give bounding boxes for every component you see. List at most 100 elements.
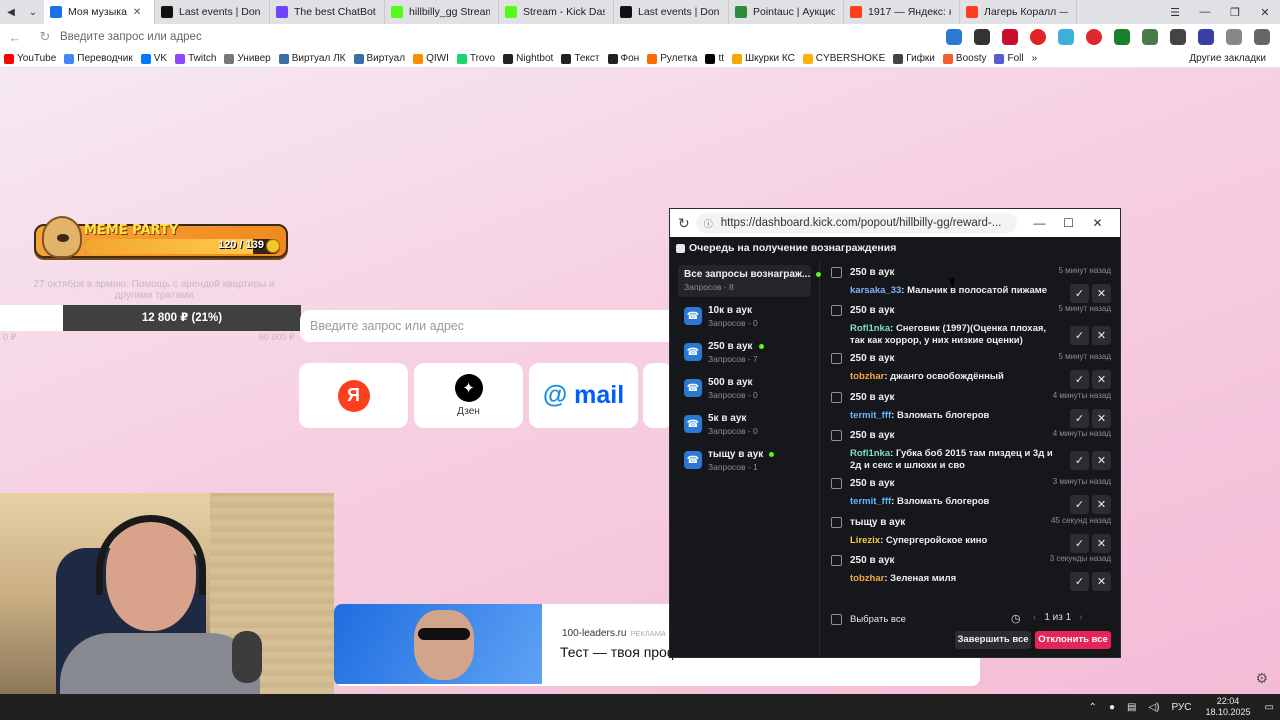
language-indicator[interactable]: РУС [1171,702,1191,713]
reload-icon[interactable]: ↻ [30,29,60,45]
request-user[interactable]: termit_fff [850,496,891,507]
request-checkbox[interactable] [831,353,842,364]
mic-icon[interactable]: ● [1109,702,1115,713]
extension-icon[interactable] [1058,29,1074,45]
browser-tab[interactable]: Моя музыка ✕ [44,0,155,24]
volume-icon[interactable]: ◁) [1148,702,1159,713]
reload-icon[interactable]: ↻ [678,215,690,232]
maximize-icon[interactable]: ❐ [1220,6,1250,19]
bookmark-item[interactable]: Текст [557,53,603,64]
request-user[interactable]: tobzhar [850,371,884,382]
tab-search-icon[interactable]: ☰ [1160,6,1190,19]
site-info-icon[interactable]: ⓘ [704,217,713,230]
close-icon[interactable]: ✕ [1083,216,1112,230]
reward-filter-item[interactable]: ☎ тыщу в аук Запросов - 1 [678,445,811,477]
browser-tab[interactable]: 1917 — Яндекс: нашл [844,0,960,24]
reject-x-icon[interactable]: ✕ [1092,534,1111,553]
bookmark-item[interactable]: Гифки [889,53,939,64]
dzen-tile[interactable]: ✦ Дзен [414,363,523,428]
customize-icon[interactable]: ⚙ [1255,670,1268,687]
request-checkbox[interactable] [831,305,842,316]
reject-x-icon[interactable]: ✕ [1092,326,1111,345]
request-checkbox[interactable] [831,517,842,528]
request-user[interactable]: tobzhar [850,573,884,584]
extension-icon[interactable] [974,29,990,45]
history-icon[interactable]: ◷ [1011,612,1021,625]
tray-arrow-icon[interactable]: ⌃ [1089,702,1097,713]
reject-x-icon[interactable]: ✕ [1092,284,1111,303]
bookmark-item[interactable]: tt [701,53,728,64]
extension-icon[interactable] [1114,29,1130,45]
yandex-tile[interactable]: Я [299,363,408,428]
reject-x-icon[interactable]: ✕ [1092,572,1111,591]
request-user[interactable]: Rofl1nka [850,448,890,459]
speaker-icon[interactable]: ◀ [0,0,22,24]
reject-x-icon[interactable]: ✕ [1092,370,1111,389]
reward-filter-item[interactable]: ☎ 250 в аук Запросов - 7 [678,337,811,369]
request-checkbox[interactable] [831,555,842,566]
request-checkbox[interactable] [831,478,842,489]
approve-check-icon[interactable]: ✓ [1070,451,1089,470]
bookmark-item[interactable]: Шкурки КС [728,53,799,64]
request-user[interactable]: termit_fff [850,410,891,421]
reward-filter-item[interactable]: ☎ 5к в аук Запросов - 0 [678,409,811,441]
reject-x-icon[interactable]: ✕ [1092,451,1111,470]
minimize-icon[interactable]: — [1025,216,1054,230]
approve-check-icon[interactable]: ✓ [1070,284,1089,303]
approve-check-icon[interactable]: ✓ [1070,534,1089,553]
next-page-icon[interactable]: › [1079,612,1082,623]
bookmark-item[interactable]: Виртуал [350,53,410,64]
request-user[interactable]: Lirezix [850,535,880,546]
approve-check-icon[interactable]: ✓ [1070,409,1089,428]
reject-all-button[interactable]: Отклонить все [1035,631,1111,649]
bookmark-item[interactable]: Twitch [171,53,220,64]
bookmark-item[interactable]: Boosty [939,53,991,64]
extension-icon[interactable] [1030,29,1046,45]
address-input[interactable]: Введите запрос или адрес [60,31,940,43]
reward-filter-item[interactable]: ☎ 500 в аук Запросов - 0 [678,373,811,405]
request-user[interactable]: karsaka_33 [850,285,901,296]
puzzle-icon[interactable] [1226,29,1242,45]
reward-filter-item[interactable]: ☎ 10к в аук Запросов - 0 [678,301,811,333]
approve-check-icon[interactable]: ✓ [1070,495,1089,514]
mail-tile[interactable]: @ mail [529,363,638,428]
approve-check-icon[interactable]: ✓ [1070,326,1089,345]
bookmark-item[interactable]: VK [137,53,171,64]
approve-check-icon[interactable]: ✓ [1070,572,1089,591]
more-bookmarks-chevron-icon[interactable]: » [1028,53,1042,64]
download-icon[interactable] [1254,29,1270,45]
browser-tab[interactable]: Pointauc | Аукцион д [729,0,844,24]
bookmark-item[interactable]: Trovo [453,53,499,64]
maximize-icon[interactable]: ☐ [1054,216,1083,230]
bookmark-item[interactable]: Универ [220,53,274,64]
request-user[interactable]: Rofl1nka [850,323,890,334]
bookmark-item[interactable]: Foll [990,53,1027,64]
request-checkbox[interactable] [831,392,842,403]
network-icon[interactable]: ▤ [1127,702,1136,713]
reward-filter-item[interactable]: Все запросы вознаграж... Запросов - 8 [678,265,822,297]
bookmark-item[interactable]: YouTube [0,53,60,64]
complete-all-button[interactable]: Завершить все [955,631,1031,649]
notification-icon[interactable]: ▭ [1265,702,1274,713]
bookmark-item[interactable]: Рулетка [643,53,701,64]
back-icon[interactable]: ← [0,30,30,45]
browser-tab[interactable]: Last events | DonateP [614,0,729,24]
bookmark-item[interactable]: QIWI [409,53,453,64]
shield-icon[interactable] [1142,29,1158,45]
chevron-down-icon[interactable]: ⌄ [22,0,44,24]
popup-url[interactable]: ⓘ https://dashboard.kick.com/popout/hillb… [695,213,1017,233]
minimize-icon[interactable]: — [1190,6,1220,19]
reject-x-icon[interactable]: ✕ [1092,495,1111,514]
bookmark-item[interactable]: Фон [604,53,644,64]
select-all-checkbox[interactable] [831,614,842,625]
approve-check-icon[interactable]: ✓ [1070,370,1089,389]
reject-x-icon[interactable]: ✕ [1092,409,1111,428]
browser-tab[interactable]: Лагерь Коралл — Ян [960,0,1077,24]
bookmark-item[interactable]: Переводчик [60,53,136,64]
close-tab-icon[interactable]: ✕ [133,7,141,18]
clock[interactable]: 22:04 18.10.2025 [1206,696,1251,718]
browser-tab[interactable]: Last events | DonateP [155,0,270,24]
request-checkbox[interactable] [831,430,842,441]
bookmark-item[interactable]: Виртуал ЛК [275,53,350,64]
request-checkbox[interactable] [831,267,842,278]
